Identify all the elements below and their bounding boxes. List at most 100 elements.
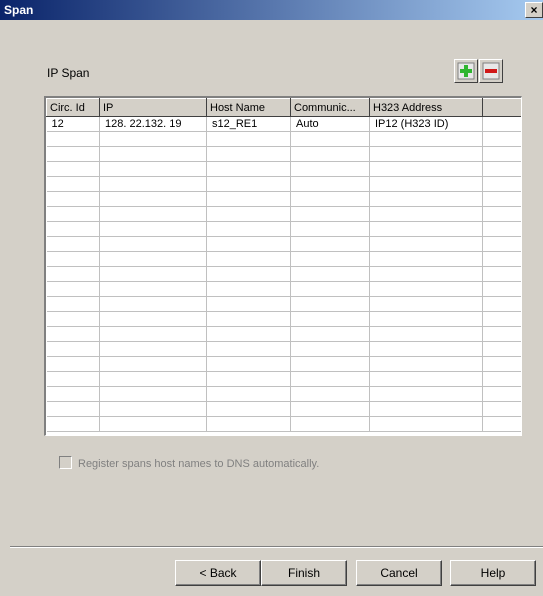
table-cell[interactable] <box>99 371 207 387</box>
table-cell[interactable] <box>482 341 521 357</box>
table-cell[interactable]: 12 <box>46 116 100 132</box>
table-cell[interactable] <box>99 356 207 372</box>
table-row[interactable] <box>46 386 521 402</box>
table-row[interactable] <box>46 176 521 192</box>
table-cell[interactable] <box>290 146 370 162</box>
table-cell[interactable] <box>46 386 100 402</box>
table-cell[interactable] <box>46 296 100 312</box>
table-row[interactable] <box>46 146 521 162</box>
table-cell[interactable] <box>206 386 291 402</box>
table-cell[interactable] <box>482 131 521 147</box>
table-cell[interactable] <box>46 146 100 162</box>
table-cell[interactable] <box>206 221 291 237</box>
add-span-button[interactable] <box>454 59 478 83</box>
table-cell[interactable] <box>46 311 100 327</box>
table-cell[interactable] <box>290 221 370 237</box>
table-cell[interactable] <box>482 176 521 192</box>
table-row[interactable] <box>46 356 521 372</box>
table-row[interactable] <box>46 326 521 342</box>
table-cell[interactable] <box>290 176 370 192</box>
table-cell[interactable] <box>46 131 100 147</box>
table-cell[interactable] <box>46 191 100 207</box>
table-cell[interactable] <box>290 401 370 417</box>
table-cell[interactable] <box>369 146 483 162</box>
table-cell[interactable] <box>482 266 521 282</box>
table-cell[interactable] <box>99 401 207 417</box>
table-cell[interactable] <box>206 296 291 312</box>
table-cell[interactable] <box>369 236 483 252</box>
table-cell[interactable] <box>369 371 483 387</box>
cancel-button[interactable]: Cancel <box>356 560 442 586</box>
table-cell[interactable] <box>206 416 291 432</box>
table-cell[interactable] <box>369 251 483 267</box>
column-header-h323-address[interactable]: H323 Address <box>369 98 483 117</box>
table-cell[interactable] <box>206 356 291 372</box>
table-cell[interactable] <box>369 326 483 342</box>
close-icon[interactable]: × <box>525 2 543 18</box>
table-cell[interactable] <box>46 221 100 237</box>
table-cell[interactable] <box>206 236 291 252</box>
table-cell[interactable] <box>369 281 483 297</box>
table-row[interactable] <box>46 191 521 207</box>
table-cell[interactable] <box>290 311 370 327</box>
table-cell[interactable] <box>369 176 483 192</box>
table-cell[interactable] <box>46 176 100 192</box>
table-cell[interactable] <box>290 386 370 402</box>
table-cell[interactable] <box>482 146 521 162</box>
table-cell[interactable] <box>206 266 291 282</box>
table-cell[interactable] <box>369 401 483 417</box>
table-cell[interactable] <box>482 236 521 252</box>
table-cell[interactable] <box>99 161 207 177</box>
table-cell[interactable] <box>206 251 291 267</box>
table-cell[interactable] <box>99 191 207 207</box>
table-cell[interactable] <box>46 371 100 387</box>
help-button[interactable]: Help <box>450 560 536 586</box>
table-cell[interactable] <box>290 266 370 282</box>
table-cell[interactable] <box>482 356 521 372</box>
table-cell[interactable]: IP12 (H323 ID) <box>369 116 483 132</box>
table-cell[interactable] <box>290 236 370 252</box>
table-row[interactable] <box>46 341 521 357</box>
table-cell[interactable] <box>369 386 483 402</box>
finish-button[interactable]: Finish <box>261 560 347 586</box>
table-cell[interactable] <box>206 311 291 327</box>
table-cell[interactable] <box>482 401 521 417</box>
table-cell[interactable] <box>482 326 521 342</box>
table-row[interactable] <box>46 236 521 252</box>
table-cell[interactable] <box>99 251 207 267</box>
table-row[interactable] <box>46 371 521 387</box>
table-cell[interactable] <box>206 401 291 417</box>
table-cell[interactable] <box>482 311 521 327</box>
column-header-circ-id[interactable]: Circ. Id <box>46 98 100 117</box>
table-cell[interactable] <box>482 281 521 297</box>
table-row[interactable] <box>46 161 521 177</box>
table-cell[interactable] <box>99 386 207 402</box>
table-row[interactable] <box>46 401 521 417</box>
table-cell[interactable] <box>290 131 370 147</box>
table-cell[interactable] <box>482 371 521 387</box>
table-cell[interactable] <box>206 176 291 192</box>
table-cell[interactable] <box>290 341 370 357</box>
table-cell[interactable] <box>206 146 291 162</box>
table-cell[interactable] <box>99 146 207 162</box>
table-row[interactable] <box>46 206 521 222</box>
table-cell[interactable] <box>99 326 207 342</box>
table-cell[interactable] <box>290 416 370 432</box>
table-cell[interactable] <box>369 266 483 282</box>
table-cell[interactable] <box>46 281 100 297</box>
table-row[interactable] <box>46 296 521 312</box>
table-cell[interactable] <box>482 206 521 222</box>
column-header-communication[interactable]: Communic... <box>290 98 370 117</box>
table-cell[interactable] <box>99 221 207 237</box>
table-cell[interactable] <box>206 341 291 357</box>
table-cell[interactable] <box>482 221 521 237</box>
column-header-extra[interactable] <box>482 98 521 117</box>
table-cell[interactable] <box>46 266 100 282</box>
table-cell[interactable] <box>369 161 483 177</box>
table-row[interactable] <box>46 281 521 297</box>
table-cell[interactable] <box>99 176 207 192</box>
table-cell[interactable] <box>46 416 100 432</box>
table-row[interactable] <box>46 311 521 327</box>
table-cell[interactable] <box>206 281 291 297</box>
table-cell[interactable] <box>369 191 483 207</box>
